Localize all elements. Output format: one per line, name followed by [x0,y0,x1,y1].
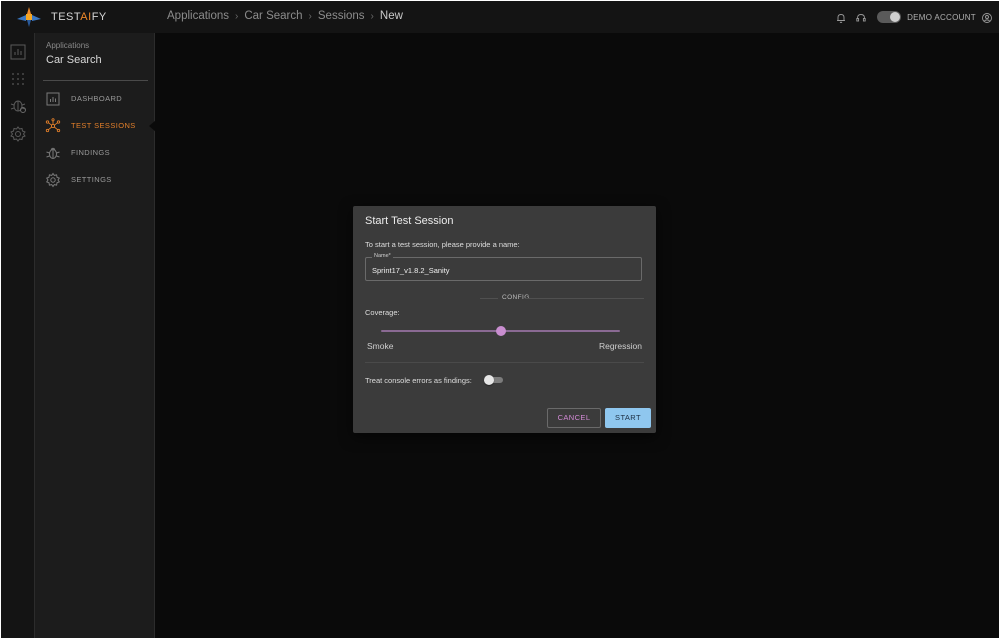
start-button[interactable]: START [605,408,651,428]
breadcrumb-sessions[interactable]: Sessions [318,10,365,22]
top-bar: Applications › Car Search › Sessions › New DEM… [155,1,999,33]
divider-line [525,298,644,299]
sidebar-item-test-sessions[interactable]: TEST SESSIONS [43,116,156,136]
bar-chart-icon[interactable] [9,43,27,61]
session-name-label: Name* [372,253,393,259]
sidebar-item-dashboard[interactable]: DASHBOARD [43,89,155,109]
start-test-session-dialog: Start Test Session To start a test sessi… [353,206,656,433]
headset-icon[interactable] [855,11,867,23]
sidebar-item-findings[interactable]: FINDINGS [43,143,155,163]
sidebar-item-label: SETTINGS [71,175,112,184]
sidebar-item-settings[interactable]: SETTINGS [43,170,155,190]
gear-icon[interactable] [9,125,27,143]
app-context-label: Applications [46,41,90,50]
topbar-actions: DEMO ACCOUNT [827,10,993,24]
console-errors-label: Treat console errors as findings: [365,376,472,385]
config-section-header: CONFIG [365,293,644,303]
bar-chart-icon [45,91,61,107]
chevron-right-icon: › [308,11,312,22]
app-context-name[interactable]: Car Search [46,54,102,66]
sidebar-item-label: FINDINGS [71,148,111,157]
divider-line [480,298,498,299]
bug-icon [45,145,61,161]
sidebar-item-label: DASHBOARD [71,94,123,103]
brand-name-accent: AI [80,11,92,23]
brand-name-suffix: FY [91,11,107,23]
brand-name-prefix: TEST [51,11,81,23]
coverage-slider-handle[interactable] [495,326,506,336]
coverage-label: Coverage: [365,308,400,317]
sidebar-item-label: TEST SESSIONS [71,121,136,130]
icon-rail [1,33,35,638]
brand-name: TESTAIFY [51,11,107,23]
session-name-field[interactable]: Name* [365,253,642,281]
theme-toggle[interactable] [877,11,902,23]
dialog-instruction: To start a test session, please provide … [365,240,520,249]
bell-icon[interactable] [835,11,847,23]
bug-icon[interactable] [9,96,27,114]
network-icon [45,118,61,134]
app-context: Applications Car Search [46,41,102,66]
grid-dots-icon[interactable] [9,70,27,88]
dialog-title: Start Test Session [365,215,454,227]
moon-icon [890,12,901,22]
gear-icon [45,172,61,188]
sidebar-divider [43,80,148,81]
toggle-knob [484,375,494,385]
breadcrumb-current: New [379,10,403,22]
breadcrumb-applications[interactable]: Applications [167,10,229,22]
session-name-input[interactable] [372,266,632,275]
coverage-min-label: Smoke [367,341,394,351]
coverage-max-label: Regression [599,341,642,351]
chevron-right-icon: › [235,11,239,22]
brand-header: TESTAIFY [1,1,155,33]
cancel-button[interactable]: CANCEL [547,408,601,428]
breadcrumb: Applications › Car Search › Sessions › New [167,10,403,22]
user-circle-icon[interactable] [981,11,993,23]
testaify-logo [16,6,42,28]
app-sidebar: Applications Car Search DASHBOARD TEST S… [35,33,156,638]
console-errors-toggle[interactable] [484,375,504,385]
account-name[interactable]: DEMO ACCOUNT [907,13,976,22]
dialog-divider [365,362,644,363]
breadcrumb-car-search[interactable]: Car Search [244,10,302,22]
chevron-right-icon: › [370,11,374,22]
